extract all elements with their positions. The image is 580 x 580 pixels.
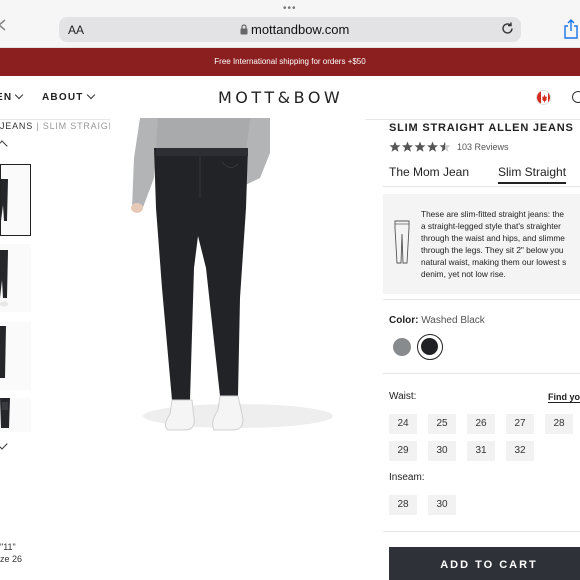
model-size: ze 26	[0, 554, 23, 564]
inseam-size-option[interactable]: 30	[428, 495, 456, 515]
color-label: Color: Washed Black	[389, 315, 485, 326]
divider	[383, 531, 580, 532]
waist-label: Waist:	[389, 391, 417, 402]
tab-slim-straight[interactable]: Slim Straight	[498, 165, 567, 184]
style-description: These are slim-fitted straight jeans: th…	[383, 194, 580, 294]
divider	[383, 299, 580, 300]
divider	[383, 373, 580, 374]
chevron-down-icon	[86, 90, 95, 100]
lock-icon	[240, 24, 248, 35]
jeans-silhouette-icon	[394, 220, 410, 264]
chevron-down-icon[interactable]	[0, 438, 8, 450]
nav-item-label: ABOUT	[42, 92, 84, 103]
url-text[interactable]: mottandbow.com	[251, 22, 349, 37]
back-arrow-icon[interactable]	[0, 18, 10, 32]
waist-size-option[interactable]: 32	[506, 441, 534, 461]
inseam-size-option[interactable]: 28	[389, 495, 417, 515]
swatch-washed-black[interactable]	[417, 334, 443, 360]
chevron-down-icon	[15, 90, 24, 100]
waist-size-option[interactable]: 31	[467, 441, 495, 461]
promo-banner[interactable]: Free International shipping for orders +…	[0, 48, 580, 76]
text-size-button[interactable]: AA	[68, 23, 84, 37]
chevron-up-icon[interactable]	[0, 140, 8, 152]
swatch-fill	[421, 338, 438, 355]
nav-item-label: EN	[0, 92, 13, 103]
description-text: These are slim-fitted straight jeans: th…	[421, 209, 567, 279]
browser-toolbar: ••• AA mottandbow.com	[0, 0, 580, 48]
waist-size-option[interactable]: 24	[389, 414, 417, 434]
tooltip-caret	[490, 194, 506, 201]
waist-size-option[interactable]: 30	[428, 441, 456, 461]
tabs-divider	[383, 186, 580, 187]
nav-item-en[interactable]: EN	[0, 90, 24, 103]
nav-item-about[interactable]: ABOUT	[42, 90, 95, 103]
color-label-key: Color:	[389, 315, 419, 326]
inseam-label: Inseam:	[389, 472, 425, 483]
swatch-grey[interactable]	[393, 338, 411, 356]
waist-size-option[interactable]: 29	[389, 441, 417, 461]
brand-logo[interactable]: MOTT&BOW	[218, 88, 343, 107]
reload-icon[interactable]	[500, 21, 515, 36]
share-icon[interactable]	[563, 19, 579, 39]
model-height: "11"	[0, 542, 16, 552]
site-header: EN ABOUT MOTT&BOW	[0, 76, 580, 120]
search-icon[interactable]	[572, 91, 580, 103]
reviews-link[interactable]: 103 Reviews	[457, 142, 509, 152]
rating-stars-icon[interactable]	[389, 141, 451, 153]
color-value: Washed Black	[421, 315, 485, 326]
breadcrumb-separator: |	[33, 121, 43, 131]
waist-size-option[interactable]: 25	[428, 414, 456, 434]
find-your-fit-link[interactable]: Find yo	[548, 392, 580, 403]
add-to-cart-button[interactable]: ADD TO CART	[389, 547, 580, 580]
breadcrumb-link-jeans[interactable]: JEANS	[0, 121, 33, 131]
waist-size-option[interactable]: 28	[545, 414, 573, 434]
product-photo[interactable]	[110, 118, 365, 438]
thumbnail-1[interactable]	[0, 164, 31, 236]
tab-mom-jean[interactable]: The Mom Jean	[389, 165, 469, 179]
product-panel: SLIM STRAIGHT ALLEN JEANS 103 Reviews Th…	[383, 118, 580, 580]
canada-flag-icon[interactable]	[536, 90, 551, 105]
thumbnail-2[interactable]	[0, 244, 31, 312]
thumbnail-3[interactable]	[0, 322, 31, 390]
thumbnail-4[interactable]	[0, 398, 31, 432]
product-title: SLIM STRAIGHT ALLEN JEANS	[389, 122, 574, 134]
waist-size-option[interactable]: 27	[506, 414, 534, 434]
waist-size-option[interactable]: 26	[467, 414, 495, 434]
more-dots-icon[interactable]: •••	[283, 3, 297, 14]
breadcrumb: JEANS | SLIM STRAIGHT	[0, 121, 122, 131]
